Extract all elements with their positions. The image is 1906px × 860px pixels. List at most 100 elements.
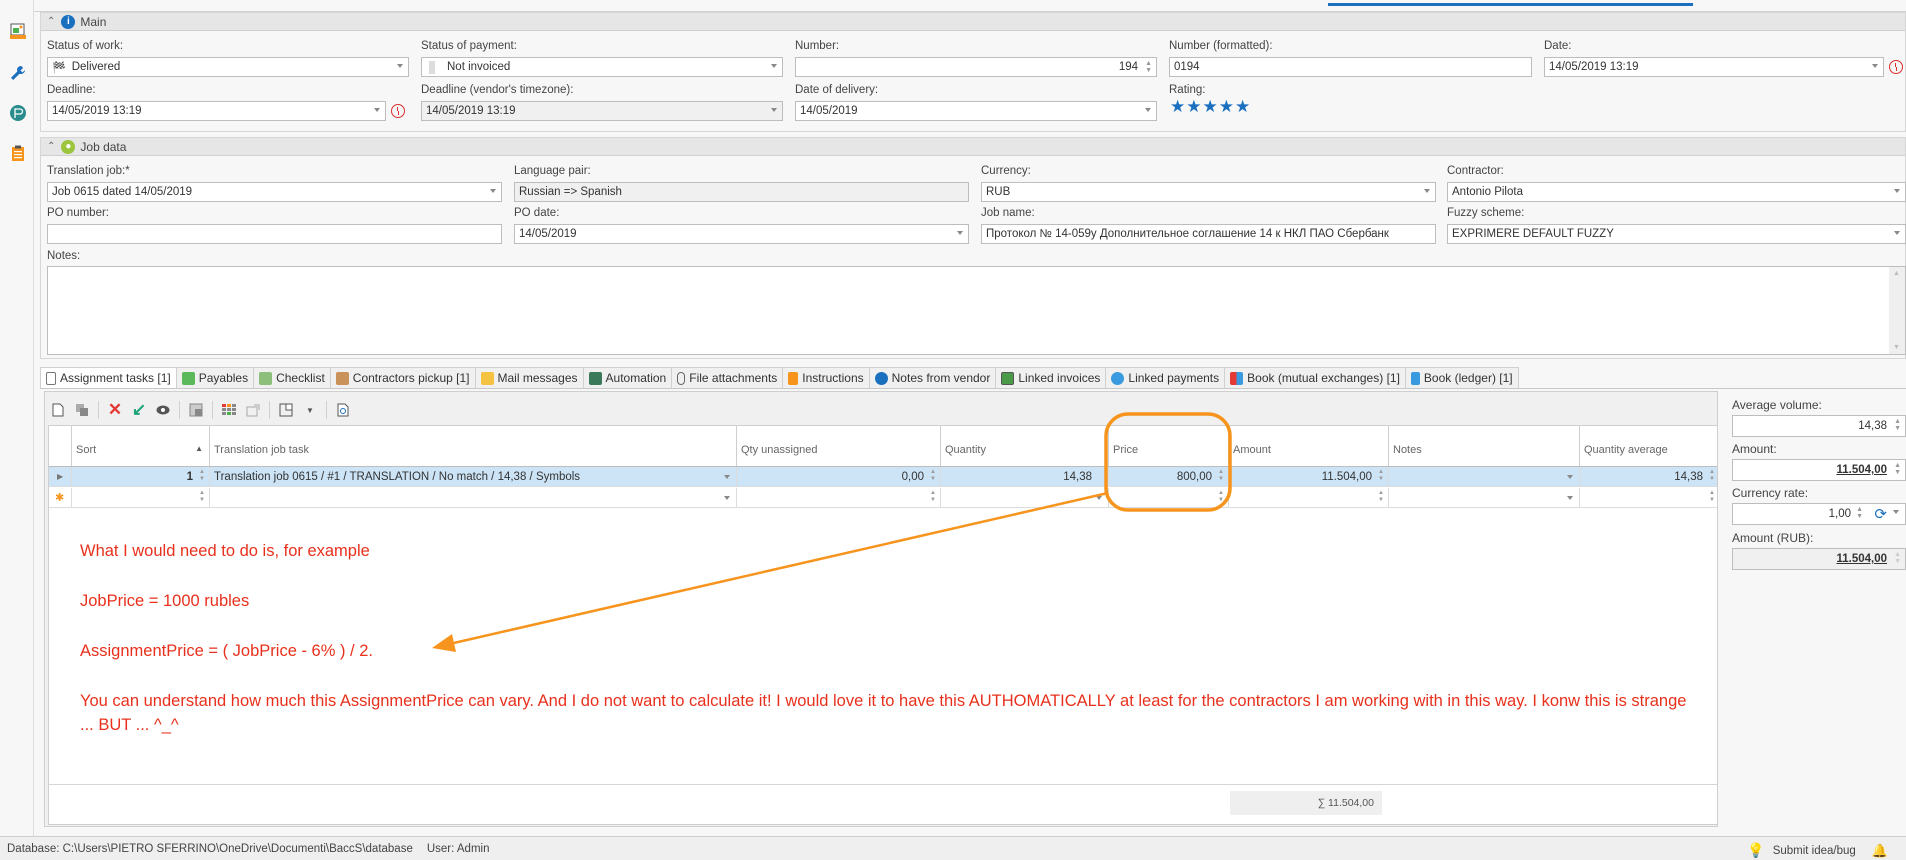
new-icon[interactable]	[50, 402, 66, 418]
spinner-icon[interactable]: ▲ ▼	[1709, 490, 1715, 504]
job-name-input[interactable]: Протокол № 14-059у Дополнительное соглаш…	[981, 224, 1436, 244]
table-row[interactable]: ▶ 1 ▲ ▼ Translation job 0615 / #1 / TRANSL…	[49, 467, 1717, 487]
cell-quantity-average[interactable]: ▲ ▼	[1579, 488, 1719, 508]
contractor-select[interactable]: Antonio Pilota	[1447, 182, 1906, 202]
submit-idea-link[interactable]: Submit idea/bug	[1773, 845, 1856, 857]
currency-rate-input[interactable]: 1,00 ▲ ▼ ⟳	[1732, 503, 1906, 525]
job-data-section-header[interactable]: ⌃ ● Job data	[41, 138, 1905, 156]
column-header-sort[interactable]: Sort ▲	[71, 426, 209, 466]
cell-amount[interactable]: 11.504,00 ▲ ▼	[1228, 467, 1388, 487]
new-row[interactable]: ✱ ▲ ▼ ▲ ▼ ▲ ▼ ▲ ▼ ▲ ▼	[49, 488, 1717, 508]
tab-book-mutual-exchanges[interactable]: Book (mutual exchanges) [1]	[1225, 367, 1406, 389]
dropdown-arrow-icon[interactable]	[374, 108, 380, 112]
cell-qty-unassigned[interactable]: 0,00 ▲ ▼	[736, 467, 940, 487]
clipboard-icon[interactable]	[9, 144, 27, 162]
po-date-input[interactable]: 14/05/2019	[514, 224, 969, 244]
dropdown-icon[interactable]: ▼	[302, 402, 318, 418]
export-icon[interactable]	[245, 402, 261, 418]
cell-quantity[interactable]: 14,38	[940, 467, 1108, 487]
deadline-vendor-input[interactable]: 14/05/2019 13:19	[421, 101, 783, 121]
spinner-icon[interactable]: ▲ ▼	[930, 469, 936, 483]
dropdown-arrow-icon[interactable]	[1567, 475, 1573, 479]
refresh-rate-icon[interactable]: ⟳	[1874, 505, 1887, 523]
payments-icon[interactable]	[9, 104, 27, 122]
view-icon[interactable]	[155, 402, 171, 418]
layout-icon[interactable]	[278, 402, 294, 418]
clock-icon[interactable]	[391, 104, 405, 118]
collapse-chevron-icon[interactable]: ⌃	[47, 16, 55, 27]
rating-stars[interactable]: ★★★★★	[1170, 97, 1251, 117]
dropdown-arrow-icon[interactable]	[1567, 496, 1573, 500]
column-header-quantity[interactable]: Quantity	[940, 426, 1108, 466]
image-gallery-icon[interactable]	[9, 22, 27, 40]
cell-sort[interactable]: 1 ▲ ▼	[71, 467, 209, 487]
cell-price[interactable]: ▲ ▼	[1108, 488, 1228, 508]
spinner-icon[interactable]: ▲ ▼	[199, 490, 205, 504]
dropdown-arrow-icon[interactable]	[1096, 496, 1102, 500]
notes-scrollbar[interactable]: ▲ ▼	[1889, 267, 1905, 354]
dropdown-arrow-icon[interactable]	[1872, 64, 1878, 68]
spinner-icon[interactable]: ▲ ▼	[1709, 469, 1715, 483]
wrench-icon[interactable]	[9, 64, 27, 82]
cell-task[interactable]	[209, 488, 736, 508]
spinner-icon[interactable]: ▲ ▼	[1378, 469, 1384, 483]
spinner-icon[interactable]: ▲ ▼	[1218, 490, 1224, 504]
dropdown-arrow-icon[interactable]	[957, 231, 963, 235]
status-of-payment-select[interactable]: Not invoiced	[421, 57, 783, 77]
spinner-icon[interactable]: ▲ ▼	[930, 490, 936, 504]
delete-icon[interactable]: ✕	[107, 400, 123, 419]
dropdown-arrow-icon[interactable]	[1894, 189, 1900, 193]
dropdown-arrow-icon[interactable]	[1424, 189, 1430, 193]
tab-linked-invoices[interactable]: Linked invoices	[996, 367, 1107, 389]
date-input[interactable]: 14/05/2019 13:19	[1544, 57, 1884, 77]
tab-checklist[interactable]: Checklist	[254, 367, 331, 389]
dropdown-arrow-icon[interactable]	[1893, 510, 1899, 514]
dropdown-arrow-icon[interactable]	[490, 189, 496, 193]
cell-qty-unassigned[interactable]: ▲ ▼	[736, 488, 940, 508]
cell-notes[interactable]	[1388, 488, 1579, 508]
preview-icon[interactable]	[335, 402, 351, 418]
fuzzy-scheme-select[interactable]: EXPRIMERE DEFAULT FUZZY	[1447, 224, 1906, 244]
spinner-icon[interactable]: ▲ ▼	[1894, 462, 1901, 476]
tab-automation[interactable]: Automation	[583, 367, 673, 389]
tab-instructions[interactable]: Instructions	[783, 367, 870, 389]
tab-assignment-tasks[interactable]: Assignment tasks [1]	[40, 367, 177, 389]
status-of-work-select[interactable]: 🏁 Delivered	[47, 57, 409, 77]
window-icon[interactable]	[188, 402, 204, 418]
cell-quantity-average[interactable]: 14,38 ▲ ▼	[1579, 467, 1719, 487]
number-formatted-input[interactable]: 0194	[1169, 57, 1532, 77]
average-volume-input[interactable]: 14,38 ▲ ▼	[1732, 415, 1906, 437]
currency-select[interactable]: RUB	[981, 182, 1436, 202]
spinner-icon[interactable]: ▲ ▼	[1218, 469, 1224, 483]
dropdown-arrow-icon[interactable]	[1145, 108, 1151, 112]
dropdown-arrow-icon[interactable]	[397, 64, 403, 68]
grid-icon[interactable]	[221, 402, 237, 418]
column-header-quantity-average[interactable]: Quantity average	[1579, 426, 1719, 466]
cell-sort[interactable]: ▲ ▼	[71, 488, 209, 508]
dropdown-arrow-icon[interactable]	[771, 108, 777, 112]
notes-textarea[interactable]: ▲ ▼	[47, 266, 1906, 355]
cell-amount[interactable]: ▲ ▼	[1228, 488, 1388, 508]
spinner-icon[interactable]: ▲ ▼	[1378, 490, 1384, 504]
number-input[interactable]: 194 ▲ ▼	[795, 57, 1157, 77]
collapse-chevron-icon[interactable]: ⌃	[47, 141, 55, 152]
cell-notes[interactable]	[1388, 467, 1579, 487]
spinner-icon[interactable]: ▲ ▼	[199, 469, 205, 483]
column-header-qty-unassigned[interactable]: Qty unassigned	[736, 426, 940, 466]
column-header-task[interactable]: Translation job task	[209, 426, 736, 466]
tab-notes-from-vendor[interactable]: Notes from vendor	[869, 367, 997, 389]
deadline-input[interactable]: 14/05/2019 13:19	[47, 101, 386, 121]
clock-icon[interactable]	[1889, 60, 1903, 74]
cell-task[interactable]: Translation job 0615 / #1 / TRANSLATION …	[209, 467, 736, 487]
apply-icon[interactable]: ↙	[131, 400, 147, 419]
date-of-delivery-input[interactable]: 14/05/2019	[795, 101, 1157, 121]
tab-contractors-pickup[interactable]: Contractors pickup [1]	[330, 367, 476, 389]
main-section-header[interactable]: ⌃ i Main	[41, 13, 1905, 31]
cell-quantity[interactable]	[940, 488, 1108, 508]
spinner-icon[interactable]: ▲ ▼	[1856, 506, 1863, 520]
lightbulb-icon[interactable]: 💡	[1747, 842, 1764, 859]
copy-icon[interactable]	[74, 402, 90, 418]
tab-linked-payments[interactable]: Linked payments	[1106, 367, 1226, 389]
column-header-price[interactable]: Price	[1108, 426, 1228, 466]
column-header-amount[interactable]: Amount	[1228, 426, 1388, 466]
